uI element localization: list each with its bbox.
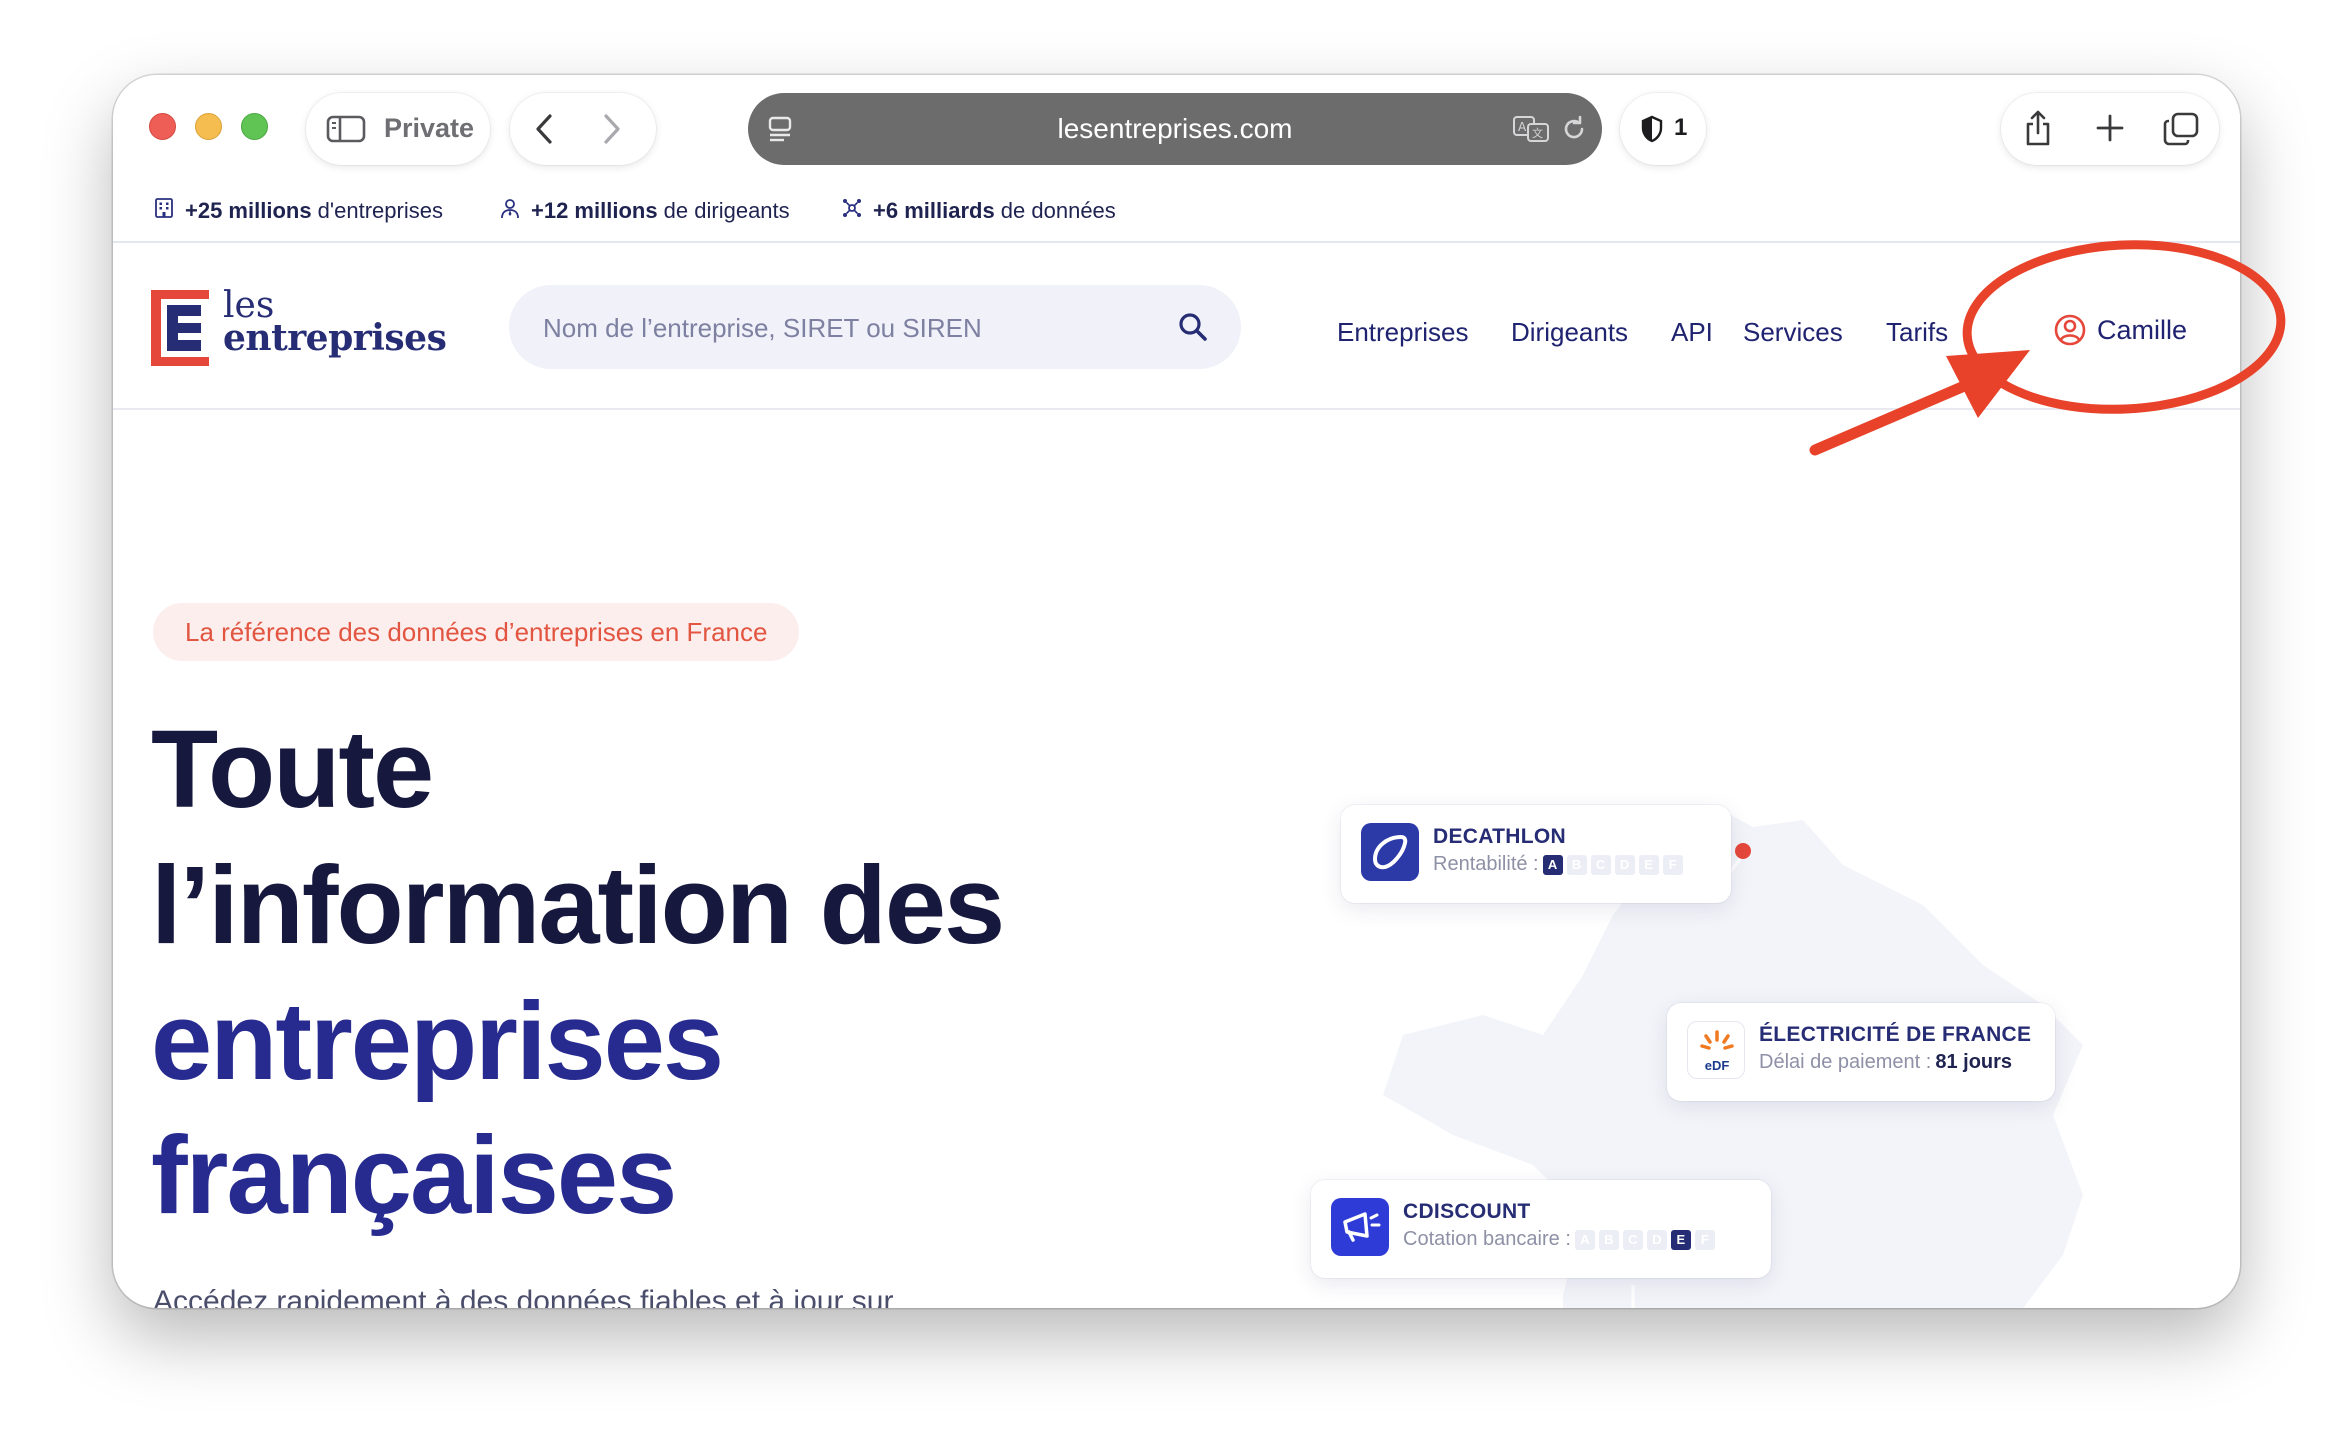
stat-executives-label: de dirigeants	[657, 198, 790, 223]
user-circle-icon	[2054, 314, 2086, 346]
url-text: lesentreprises.com	[1057, 113, 1293, 144]
reload-icon[interactable]	[1560, 115, 1588, 148]
sidebar-icon	[326, 115, 366, 148]
stat-data: +6 milliards de données	[841, 197, 1116, 225]
company-card-cdiscount[interactable]: CDISCOUNT Cotation bancaire : A B C D E …	[1311, 1180, 1771, 1278]
metric-label: Cotation bancaire :	[1403, 1228, 1571, 1250]
metric-value: 81 jours	[1935, 1051, 2013, 1073]
tracker-count: 1	[1674, 114, 1688, 141]
search-input[interactable]: Nom de l’entreprise, SIRET ou SIREN	[543, 313, 982, 344]
map-pin	[1735, 843, 1751, 859]
hero-title-line-4: françaises	[151, 1114, 677, 1237]
shield-icon	[1640, 115, 1664, 148]
new-tab-icon[interactable]	[2095, 113, 2125, 148]
back-icon[interactable]	[532, 113, 556, 150]
grade-box: B	[1598, 1229, 1619, 1250]
toolbar-actions	[2001, 93, 2219, 165]
privacy-report-button[interactable]: 1	[1620, 93, 1706, 165]
grade-box: A	[1574, 1229, 1595, 1250]
minimize-window-button[interactable]	[195, 113, 222, 140]
grade-box: B	[1566, 854, 1587, 875]
site-header: les entreprises Nom de l’entreprise, SIR…	[113, 245, 2240, 410]
grade-box: F	[1662, 854, 1683, 875]
tab-overview-icon[interactable]	[2163, 112, 2199, 151]
svg-text:文: 文	[1532, 126, 1543, 140]
hero-title-line-2: l’information des	[151, 844, 1005, 967]
svg-text:A: A	[1518, 120, 1527, 134]
company-name: CDISCOUNT	[1403, 1200, 1531, 1223]
stat-executives: +12 millions de dirigeants	[499, 197, 790, 225]
svg-text:eDF: eDF	[1705, 1058, 1730, 1073]
grade-box: D	[1646, 1229, 1667, 1250]
nav-tarifs[interactable]: Tarifs	[1886, 317, 1948, 348]
logo-text-entreprises[interactable]: entreprises	[223, 317, 447, 359]
stats-bar: +25 millions d'entreprises +12 millions …	[113, 175, 2240, 243]
hero-badge: La référence des données d’entreprises e…	[153, 603, 800, 661]
hero-title-line-1: Toute	[151, 708, 434, 831]
nav-api[interactable]: API	[1671, 317, 1713, 348]
company-name: ÉLECTRICITÉ DE FRANCE	[1759, 1023, 2032, 1046]
private-label: Private	[384, 113, 475, 143]
history-nav	[510, 93, 656, 165]
translate-icon[interactable]: A文	[1512, 115, 1550, 148]
zoom-window-button[interactable]	[241, 113, 268, 140]
site-logo[interactable]	[151, 290, 209, 371]
grade-box: E	[1670, 1229, 1691, 1250]
grade-box: D	[1614, 854, 1635, 875]
hero-title-line-3: entreprises	[151, 980, 724, 1103]
grade-box: F	[1694, 1229, 1715, 1250]
metric-label: Rentabilité :	[1433, 853, 1539, 875]
stat-data-label: de données	[994, 198, 1116, 223]
stat-data-value: +6 milliards	[873, 198, 995, 223]
edf-logo-icon: eDF	[1687, 1021, 1745, 1079]
company-card-decathlon[interactable]: DECATHLON Rentabilité : A B C D E F	[1341, 805, 1731, 903]
stat-companies-value: +25 millions	[185, 198, 312, 223]
browser-window: Private lesentreprises.com A文 1 +25 mill…	[113, 75, 2240, 1308]
grade-box: C	[1590, 854, 1611, 875]
person-icon	[499, 197, 521, 225]
nav-entreprises[interactable]: Entreprises	[1337, 317, 1469, 348]
decathlon-logo-icon	[1361, 823, 1419, 881]
user-account-button[interactable]: Camille	[2053, 313, 2187, 347]
cdiscount-logo-icon	[1331, 1198, 1389, 1256]
address-bar[interactable]: lesentreprises.com A文	[748, 93, 1602, 165]
logo-mark-icon	[151, 290, 209, 366]
stat-companies: +25 millions d'entreprises	[153, 197, 443, 225]
company-metric: Délai de paiement : 81 jours	[1759, 1051, 2012, 1074]
close-window-button[interactable]	[149, 113, 176, 140]
company-metric: Cotation bancaire : A B C D E F	[1403, 1228, 1715, 1251]
forward-icon[interactable]	[600, 113, 624, 150]
company-search[interactable]: Nom de l’entreprise, SIRET ou SIREN	[509, 285, 1241, 369]
stat-companies-label: d'entreprises	[311, 198, 443, 223]
sidebar-private-button[interactable]: Private	[306, 93, 490, 165]
company-card-edf[interactable]: eDF ÉLECTRICITÉ DE FRANCE Délai de paiem…	[1667, 1003, 2055, 1101]
grade-box: A	[1542, 854, 1563, 875]
hero-subtitle: Accédez rapidement à des données fiables…	[153, 1285, 894, 1308]
grade-box: E	[1638, 854, 1659, 875]
company-name: DECATHLON	[1433, 825, 1566, 848]
browser-toolbar: Private lesentreprises.com A文 1	[113, 75, 2240, 175]
company-metric: Rentabilité : A B C D E F	[1433, 853, 1683, 876]
search-icon[interactable]	[1177, 311, 1209, 348]
building-icon	[153, 197, 175, 225]
metric-label: Délai de paiement :	[1759, 1051, 1932, 1073]
stat-executives-value: +12 millions	[531, 198, 658, 223]
nav-services[interactable]: Services	[1743, 317, 1843, 348]
grade-box: C	[1622, 1229, 1643, 1250]
nav-dirigeants[interactable]: Dirigeants	[1511, 317, 1628, 348]
share-icon[interactable]	[2023, 109, 2053, 152]
network-icon	[841, 197, 863, 225]
user-name: Camille	[2097, 314, 2188, 345]
